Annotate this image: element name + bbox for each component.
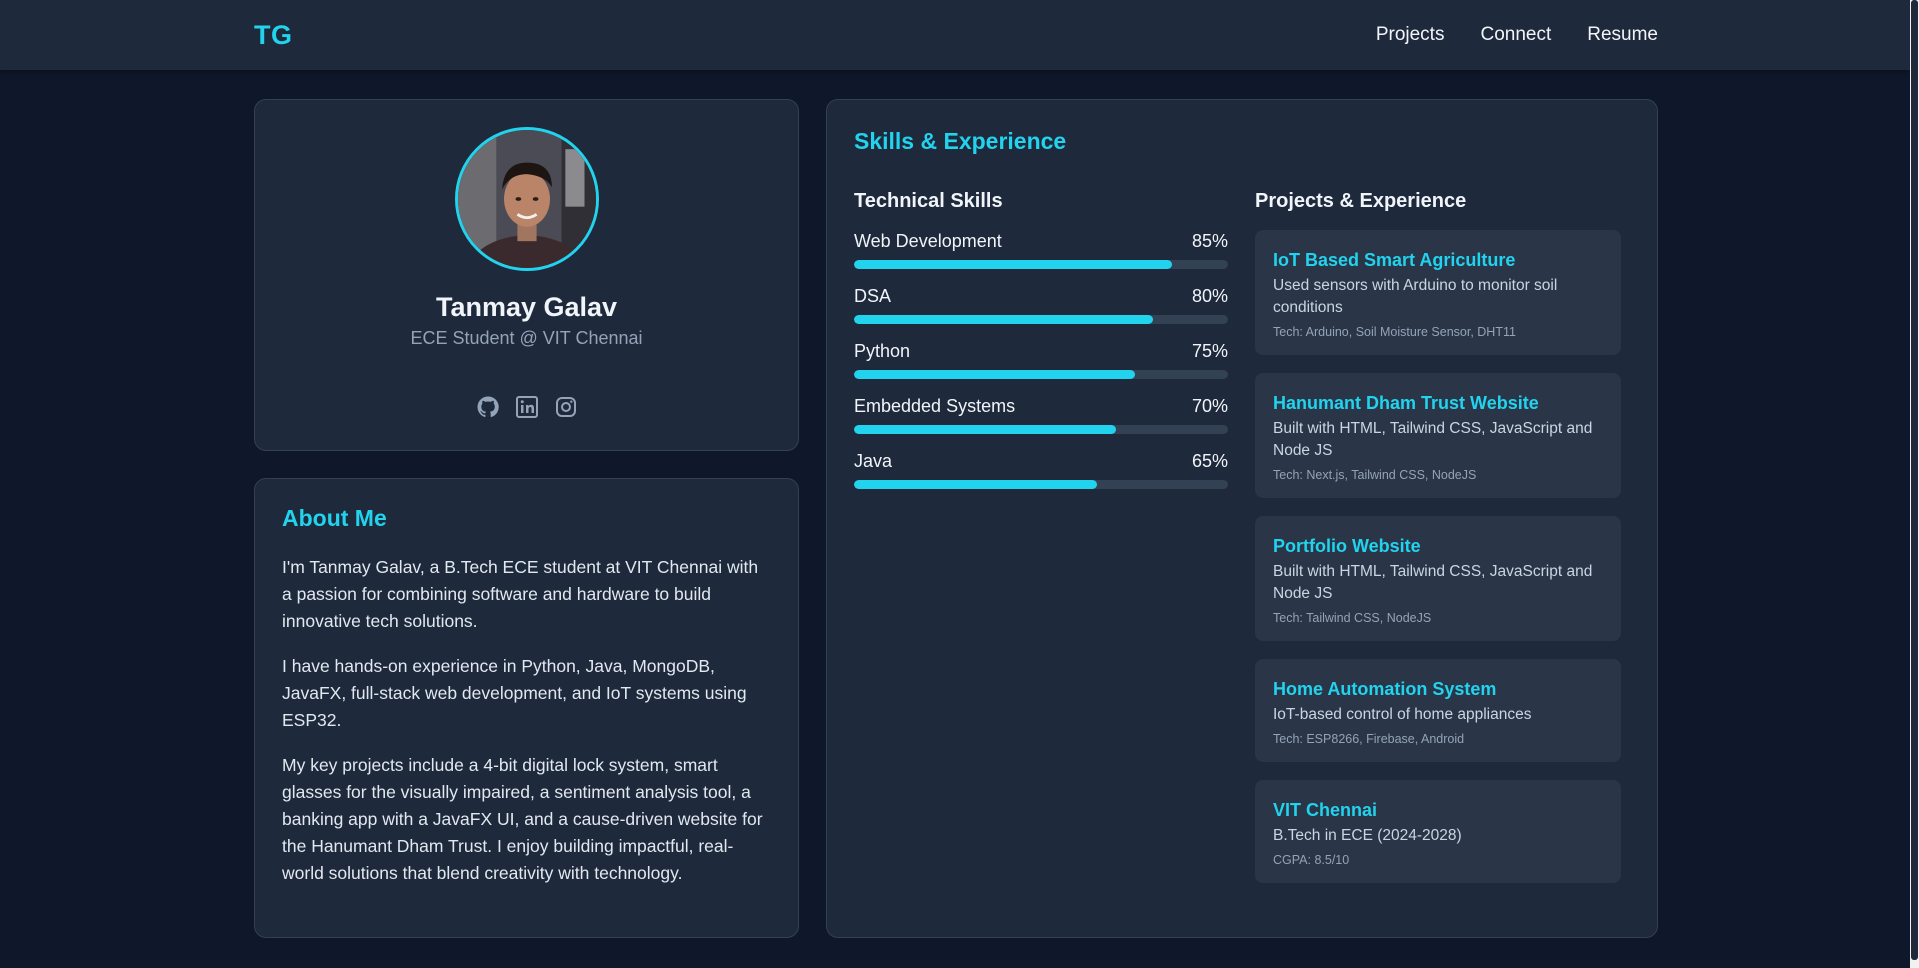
skill-bar-track (854, 315, 1228, 324)
skill-bar-fill (854, 315, 1154, 324)
skill-item: Web Development 85% (854, 231, 1228, 269)
skill-name: Web Development (854, 231, 1002, 251)
technical-skills-column: Technical Skills Web Development 85% DSA 80… (854, 190, 1228, 506)
projects-column: Projects & Experience IoT Based Smart Ag… (1255, 190, 1630, 901)
skill-bar-track (854, 370, 1228, 379)
technical-skills-heading: Technical Skills (854, 190, 1003, 212)
social-links (255, 395, 798, 419)
scrollbar-thumb[interactable] (1911, 0, 1918, 960)
avatar (455, 127, 599, 271)
portfolio-page: TG Projects Connect Resume Tanmay Galav … (0, 0, 1919, 968)
project-card[interactable]: IoT Based Smart Agriculture Used sensors … (1255, 230, 1621, 355)
profile-name: Tanmay Galav (435, 292, 618, 322)
skills-list: Web Development 85% DSA 80% Python 75% Embedde… (854, 231, 1228, 489)
scrollbar[interactable] (1910, 0, 1919, 968)
skill-item: Embedded Systems 70% (854, 396, 1228, 434)
skill-bar-fill (854, 425, 1116, 434)
profile-title: ECE Student @ VIT Chennai (410, 328, 643, 348)
about-card: About Me I'm Tanmay Galav, a B.Tech ECE … (254, 478, 799, 938)
project-title[interactable]: Portfolio Website (1273, 536, 1603, 557)
project-title[interactable]: Hanumant Dham Trust Website (1273, 393, 1603, 414)
skill-percent: 85% (1191, 231, 1228, 251)
project-card[interactable]: Home Automation System IoT-based control … (1255, 659, 1621, 762)
skill-bar-fill (854, 260, 1172, 269)
project-description: Built with HTML, Tailwind CSS, JavaScrip… (1273, 563, 1593, 602)
nav-links: Projects Connect Resume (1376, 24, 1658, 46)
skill-bar-fill (854, 370, 1135, 379)
logo[interactable]: TG (254, 20, 293, 51)
skill-name: Python (854, 341, 911, 361)
skill-percent: 70% (1191, 396, 1228, 416)
project-tech: Tech: Arduino, Soil Moisture Sensor, DHT… (1273, 325, 1516, 339)
github-icon[interactable] (476, 395, 500, 419)
project-title[interactable]: VIT Chennai (1273, 800, 1603, 821)
skill-bar-track (854, 425, 1228, 434)
skill-percent: 65% (1191, 451, 1228, 471)
skills-heading: Skills & Experience (854, 128, 1067, 154)
skill-percent: 75% (1191, 341, 1228, 361)
projects-heading: Projects & Experience (1255, 190, 1467, 212)
project-tech: Tech: ESP8266, Firebase, Android (1273, 732, 1465, 746)
skill-row: Web Development 85% (854, 231, 1228, 252)
project-description: B.Tech in ECE (2024-2028) (1273, 827, 1462, 844)
skill-row: Embedded Systems 70% (854, 396, 1228, 417)
nav-link-resume[interactable]: Resume (1587, 24, 1658, 46)
nav-link-projects[interactable]: Projects (1376, 24, 1445, 46)
project-description: Built with HTML, Tailwind CSS, JavaScrip… (1273, 420, 1593, 459)
skill-name: Java (854, 451, 893, 471)
project-card[interactable]: Hanumant Dham Trust Website Built with HT… (1255, 373, 1621, 498)
skill-row: DSA 80% (854, 286, 1228, 307)
instagram-icon[interactable] (554, 395, 578, 419)
skill-item: DSA 80% (854, 286, 1228, 324)
skill-name: Embedded Systems (854, 396, 1016, 416)
skills-experience-card: Skills & Experience Technical Skills Web… (826, 99, 1658, 938)
skill-item: Java 65% (854, 451, 1228, 489)
project-tech: Tech: Tailwind CSS, NodeJS (1273, 611, 1432, 625)
avatar-photo (458, 130, 596, 268)
about-paragraph: I have hands-on experience in Python, Ja… (282, 656, 747, 730)
about-paragraph: My key projects include a 4-bit digital … (282, 755, 763, 883)
project-description: Used sensors with Arduino to monitor soi… (1273, 277, 1558, 316)
project-card[interactable]: VIT Chennai B.Tech in ECE (2024-2028) CGPA… (1255, 780, 1621, 883)
project-title[interactable]: IoT Based Smart Agriculture (1273, 250, 1603, 271)
skill-bar-track (854, 480, 1228, 489)
about-paragraph: I'm Tanmay Galav, a B.Tech ECE student a… (282, 557, 759, 631)
skill-item: Python 75% (854, 341, 1228, 379)
skill-bar-track (854, 260, 1228, 269)
skill-row: Python 75% (854, 341, 1228, 362)
skill-name: DSA (854, 286, 892, 306)
navbar: TG Projects Connect Resume (0, 0, 1910, 70)
profile-card: Tanmay Galav ECE Student @ VIT Chennai (254, 99, 799, 451)
skill-percent: 80% (1191, 286, 1228, 306)
project-title[interactable]: Home Automation System (1273, 679, 1603, 700)
nav-link-connect[interactable]: Connect (1480, 24, 1551, 46)
project-card[interactable]: Portfolio Website Built with HTML, Tailwi… (1255, 516, 1621, 641)
project-description: IoT-based control of home appliances (1273, 706, 1532, 723)
projects-list: IoT Based Smart Agriculture Used sensors … (1255, 230, 1630, 883)
navbar-inner: TG Projects Connect Resume (254, 0, 1658, 70)
skill-row: Java 65% (854, 451, 1228, 472)
linkedin-icon[interactable] (515, 395, 539, 419)
project-tech: CGPA: 8.5/10 (1273, 853, 1350, 867)
about-heading: About Me (282, 505, 387, 531)
project-tech: Tech: Next.js, Tailwind CSS, NodeJS (1273, 468, 1477, 482)
skill-bar-fill (854, 480, 1098, 489)
